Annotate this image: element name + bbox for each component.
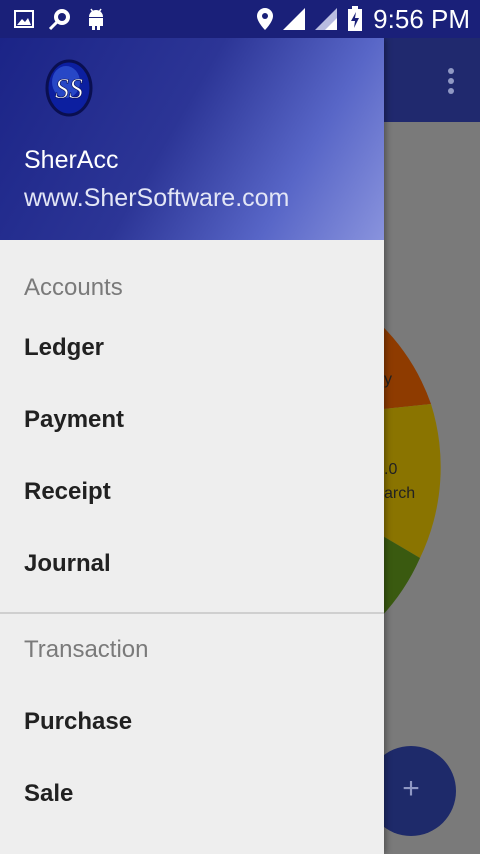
battery-charging-icon	[348, 6, 363, 31]
status-bar: 9:56 PM	[0, 0, 480, 38]
logo-text: SS	[55, 74, 83, 105]
pie-label-1: y	[384, 371, 392, 388]
status-bar-system: 9:56 PM	[257, 4, 470, 34]
app-logo: SS	[45, 59, 93, 117]
section-title-transaction: Transaction	[24, 636, 149, 663]
search-app-icon	[48, 9, 70, 31]
android-icon	[89, 8, 103, 30]
signal-icon-2	[315, 8, 338, 30]
location-icon	[257, 8, 274, 30]
status-time: 9:56 PM	[373, 4, 470, 34]
signal-icon	[283, 8, 306, 30]
navigation-drawer: SS SherAcc www.SherSoftware.com Accounts…	[0, 38, 384, 854]
overflow-menu-icon[interactable]	[448, 68, 454, 98]
menu-item-ledger[interactable]: Ledger	[0, 312, 384, 384]
section-title-accounts: Accounts	[24, 274, 123, 301]
drawer-header: SS SherAcc www.SherSoftware.com	[0, 38, 384, 240]
image-icon	[14, 10, 34, 28]
section-transaction: Transaction Purchase Sale	[0, 614, 384, 830]
menu-item-receipt[interactable]: Receipt	[0, 456, 384, 528]
menu-item-sale[interactable]: Sale	[0, 758, 384, 830]
app-url: www.SherSoftware.com	[24, 184, 290, 212]
app-name: SherAcc	[24, 146, 119, 174]
menu-item-payment[interactable]: Payment	[0, 384, 384, 456]
menu-item-journal[interactable]: Journal	[0, 528, 384, 600]
status-bar-notifications	[14, 7, 106, 31]
pie-label-3: arch	[384, 485, 415, 502]
section-accounts: Accounts Ledger Payment Receipt Journal	[0, 240, 384, 600]
pie-label-2: .0	[384, 461, 397, 478]
menu-item-purchase[interactable]: Purchase	[0, 686, 384, 758]
